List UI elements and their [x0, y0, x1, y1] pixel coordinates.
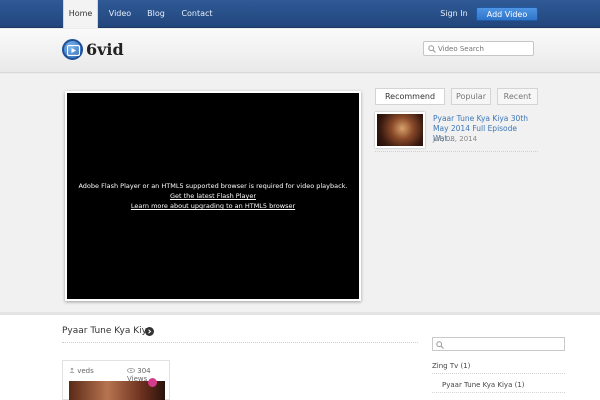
eye-icon [127, 368, 135, 373]
video-author-name: veds [77, 367, 94, 375]
category-divider [432, 373, 565, 374]
section-divider [62, 342, 418, 343]
video-author[interactable]: veds [69, 367, 94, 375]
sidebar-search-box[interactable] [432, 337, 565, 351]
tab-recent[interactable]: Recent [497, 88, 538, 105]
video-thumbnail[interactable] [375, 112, 425, 148]
nav-item-video[interactable]: Video [104, 0, 136, 28]
upgrade-html5-link[interactable]: Learn more about upgrading to an HTML5 b… [67, 201, 359, 211]
category-divider [432, 392, 565, 393]
user-icon [69, 367, 75, 373]
search-icon [428, 45, 436, 53]
hd-badge-icon [148, 378, 157, 387]
get-flash-link[interactable]: Get the latest Flash Player [67, 191, 359, 201]
video-search-box[interactable] [423, 41, 534, 56]
nav-item-blog[interactable]: Blog [141, 0, 171, 28]
video-player[interactable]: Adobe Flash Player or an HTML5 supported… [65, 91, 361, 301]
subcategory-link[interactable]: Pyaar Tune Kya Kiya (1) [442, 381, 525, 389]
play-logo-icon [62, 39, 83, 60]
sign-in-link[interactable]: Sign In [436, 0, 472, 28]
player-fallback-message: Adobe Flash Player or an HTML5 supported… [67, 181, 359, 211]
logo-text: 6vid [86, 40, 124, 59]
section-title[interactable]: Pyaar Tune Kya Kiya [62, 326, 152, 336]
category-link[interactable]: Zing Tv (1) [432, 362, 470, 370]
video-search-input[interactable] [438, 43, 532, 55]
chevron-right-icon[interactable] [145, 327, 154, 336]
nav-item-contact[interactable]: Contact [178, 0, 216, 28]
top-nav-bar: Home Video Blog Contact Sign In Add Vide… [0, 0, 600, 28]
search-icon [436, 341, 444, 349]
recommended-video-date: Jul, 08, 2014 [433, 135, 478, 143]
add-video-button[interactable]: Add Video [476, 7, 538, 21]
flash-required-text: Adobe Flash Player or an HTML5 supported… [78, 182, 348, 190]
recommended-video-item[interactable]: Pyaar Tune Kya Kiya 30th May 2014 Full E… [375, 112, 538, 152]
tab-popular[interactable]: Popular [451, 88, 491, 105]
tab-recommend[interactable]: Recommend [375, 88, 445, 105]
site-header: 6vid [0, 29, 600, 73]
nav-item-home[interactable]: Home [63, 0, 98, 28]
